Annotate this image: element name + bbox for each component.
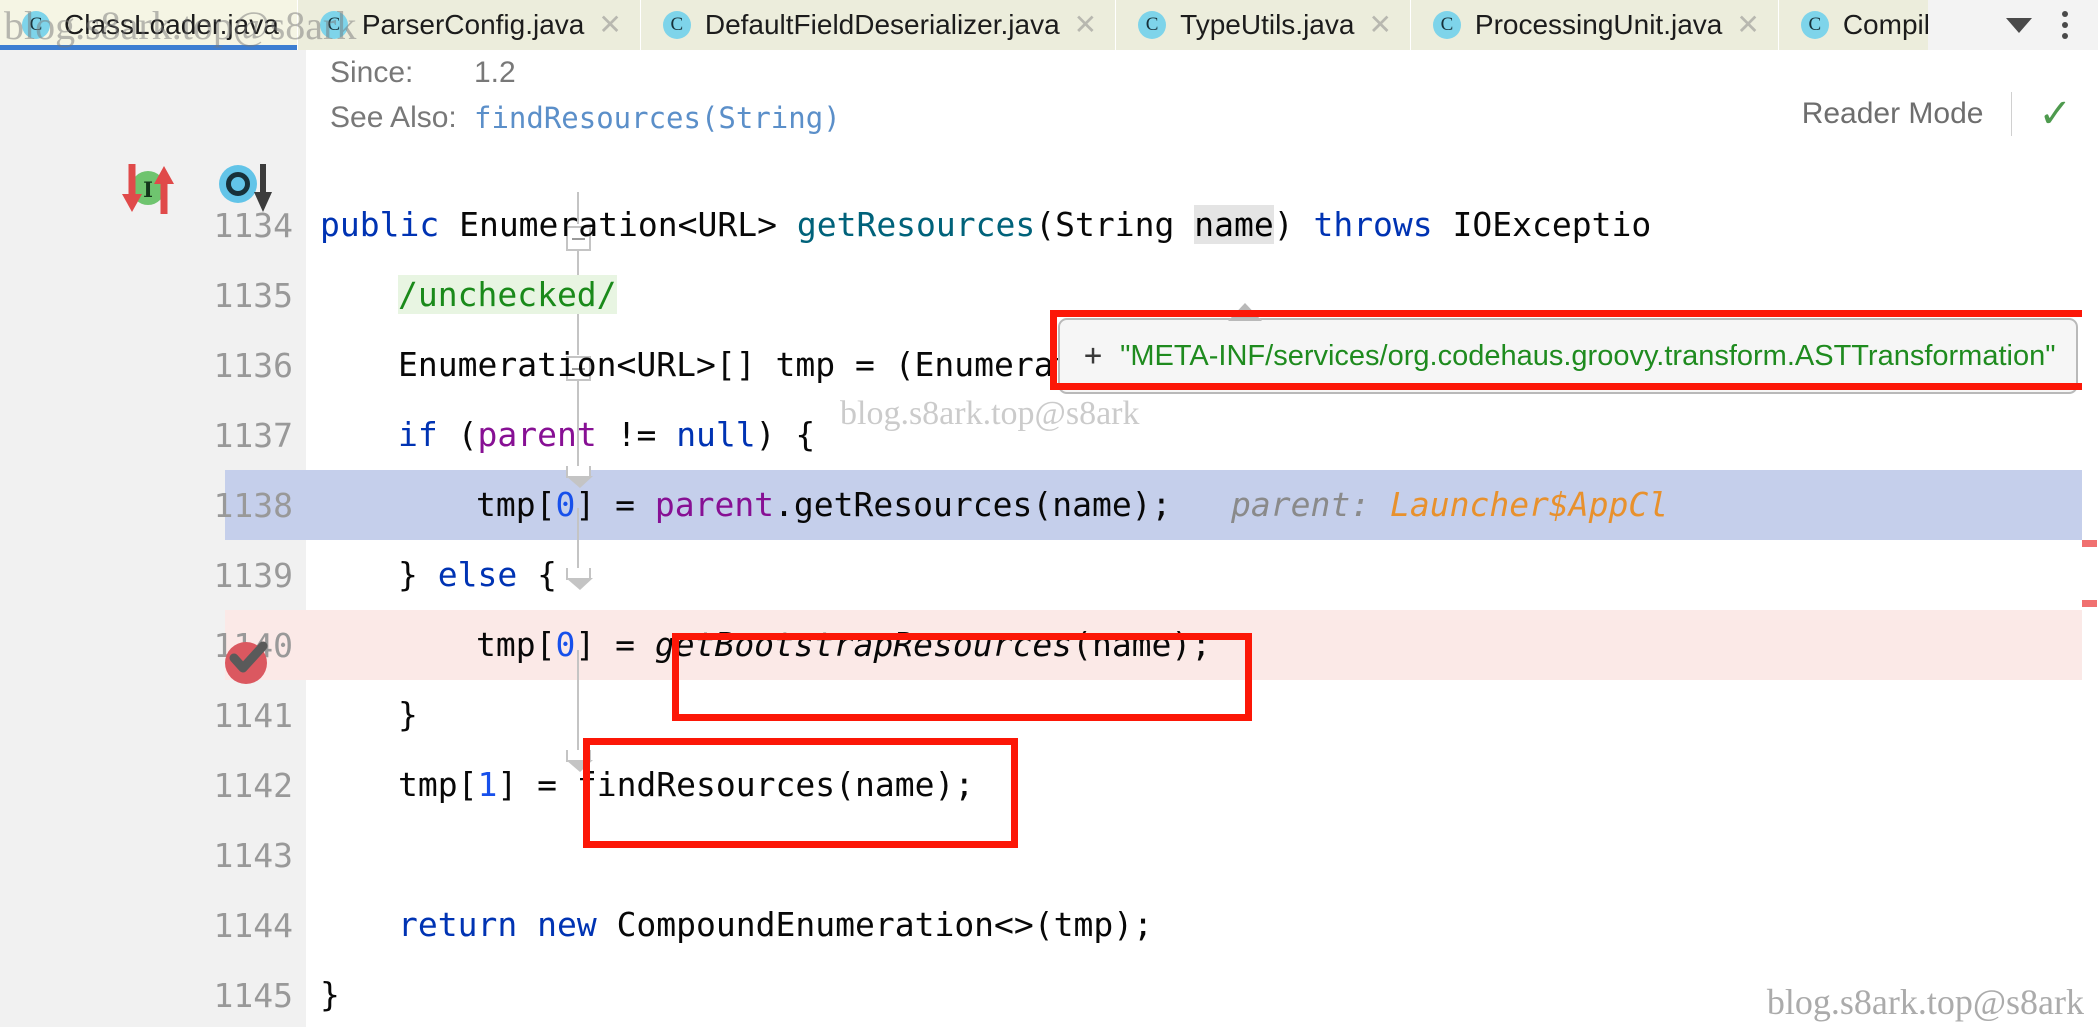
code-token: name [1194,205,1273,244]
code-token: Enumeration<URL> [459,205,797,244]
editor-tab-parserconfig[interactable]: C ParserConfig.java ✕ [298,0,640,50]
kebab-menu-icon[interactable] [2062,11,2068,39]
code-line-1138[interactable]: tmp[0] = parent.getResources(name); pare… [312,470,2098,540]
tab-bar-actions [1928,0,2098,50]
code-token: throws [1313,205,1452,244]
code-token: tmp[ [398,765,477,804]
code-token: ] = [575,485,654,524]
code-token: tmp[ [476,485,555,524]
tooltip-value-text: "META-INF/services/org.codehaus.groovy.t… [1120,340,2055,373]
line-number: 1137 [173,416,293,455]
code-token: .getResources(name); [774,485,1171,524]
code-line-1140[interactable]: tmp[0] = getBootstrapResources(name); [312,610,2098,680]
implementing-method-icon[interactable]: I [118,160,182,218]
code-line-1142[interactable]: tmp[1] = findResources(name); [312,750,2098,820]
code-token: ] = findResources(name); [497,765,974,804]
tab-label: ClassLoader.java [64,9,279,41]
code-token: (String [1035,205,1194,244]
code-line-1139[interactable]: } else { [312,540,2098,610]
line-number: 1144 [173,906,293,945]
inline-debug-hint-label: parent: [1231,485,1390,524]
line-number: 1135 [173,276,293,315]
code-editor[interactable]: Since: 1.2 See Also: findResources(Strin… [0,50,2098,1027]
editor-tab-defaultfielddeserializer[interactable]: C DefaultFieldDeserializer.java ✕ [641,0,1115,50]
code-line-1144[interactable]: return new CompoundEnumeration<>(tmp); [312,890,2098,960]
close-icon[interactable]: ✕ [1074,11,1097,39]
overriding-method-icon[interactable] [218,162,276,218]
code-token: tmp[ [476,625,555,664]
java-class-icon: C [1801,11,1829,39]
code-token: new [537,905,616,944]
code-token: CompoundEnumeration<>(tmp); [617,905,1153,944]
line-number: 1141 [173,696,293,735]
code-folding-column[interactable] [280,50,310,1027]
java-class-icon: C [1138,11,1166,39]
svg-text:I: I [143,177,153,202]
line-number: 1145 [173,976,293,1015]
code-token: public [320,205,459,244]
java-class-icon: C [22,11,50,39]
code-line-1141[interactable]: } [312,680,2098,750]
code-token: parent [655,485,774,524]
verified-breakpoint-icon[interactable] [222,638,270,686]
close-icon[interactable]: ✕ [1368,11,1391,39]
tab-label: ProcessingUnit.java [1475,9,1722,41]
error-marker[interactable] [2082,600,2097,607]
code-token: /unchecked/ [398,275,617,314]
code-line-1143[interactable] [312,820,2098,890]
code-token: 0 [555,625,575,664]
java-class-icon: C [320,11,348,39]
code-token: ) { [756,415,816,454]
code-line-1137[interactable]: if (parent != null) { [312,400,2098,470]
code-token: } [320,975,340,1014]
line-number: 1143 [173,836,293,875]
close-icon[interactable]: ✕ [598,11,621,39]
code-token: return [398,905,537,944]
code-text-area[interactable]: public Enumeration<URL> getResources(Str… [312,50,2098,1027]
editor-tab-processingunit[interactable]: C ProcessingUnit.java ✕ [1411,0,1778,50]
code-line-1134[interactable]: public Enumeration<URL> getResources(Str… [312,190,2098,260]
java-class-icon: C [1433,11,1461,39]
close-icon[interactable]: ✕ [1736,11,1759,39]
code-token: 1 [477,765,497,804]
line-number: 1138 [173,486,293,525]
inline-debug-hint-value: Launcher$AppCl [1390,485,1668,524]
code-token: parent [477,415,596,454]
editor-tab-bar: C ClassLoader.java C ParserConfig.java ✕ C Def… [0,0,2098,50]
code-token [1171,485,1231,524]
code-token: getResources [797,205,1035,244]
code-token: ( [458,415,478,454]
java-class-icon: C [663,11,691,39]
code-token: else [438,555,537,594]
code-token: } [398,695,418,734]
line-number: 1142 [173,766,293,805]
editor-marker-bar[interactable] [2082,50,2098,1027]
error-marker[interactable] [2082,540,2097,547]
debugger-value-tooltip[interactable]: + "META-INF/services/org.codehaus.groovy… [1058,318,2078,394]
code-token: IOExceptio [1453,205,1652,244]
code-line-1145[interactable]: } [312,960,2098,1030]
code-token: 0 [555,485,575,524]
code-token: getBootstrapResources [655,625,1072,664]
chevron-down-icon[interactable] [2006,18,2032,33]
editor-tab-typeutils[interactable]: C TypeUtils.java ✕ [1116,0,1410,50]
tab-label: TypeUtils.java [1180,9,1354,41]
code-token: } [398,555,438,594]
code-token: ) [1274,205,1314,244]
line-number: 1136 [173,346,293,385]
tab-label: DefaultFieldDeserializer.java [705,9,1060,41]
expand-icon[interactable]: + [1084,341,1102,371]
line-number: 1139 [173,556,293,595]
code-token: if [398,415,458,454]
code-token: (name); [1072,625,1211,664]
editor-tab-classloader[interactable]: C ClassLoader.java [0,0,297,50]
code-token: null [676,415,755,454]
tab-label: ParserConfig.java [362,9,585,41]
code-token: != [597,415,676,454]
code-token: ] = [575,625,654,664]
code-token: { [537,555,557,594]
